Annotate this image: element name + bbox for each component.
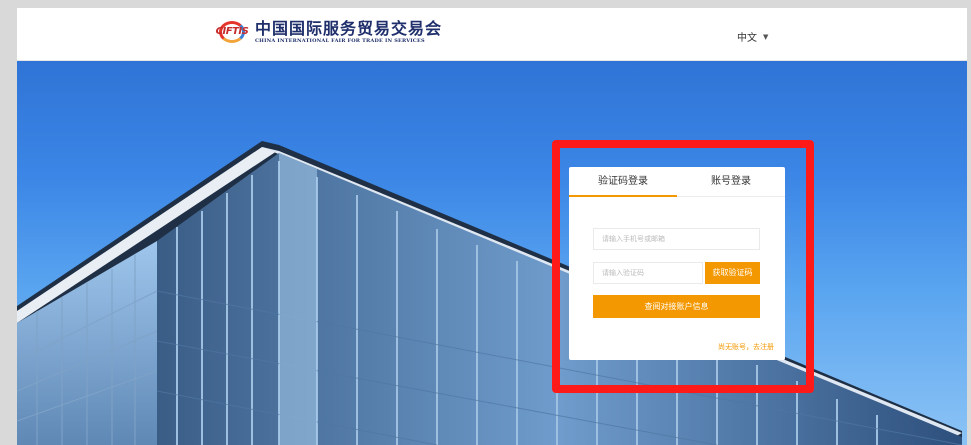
query-account-button[interactable]: 查阅对接账户信息: [593, 295, 760, 318]
browser-page: CIFTIS 中国国际服务贸易交易会 CHINA INTERNATIONAL F…: [17, 8, 967, 445]
register-link[interactable]: 尚无账号，去注册: [718, 342, 774, 352]
building-illustration: [17, 141, 963, 445]
tab-account-login[interactable]: 账号登录: [677, 167, 785, 196]
active-tab-indicator: [569, 195, 677, 197]
phone-email-input[interactable]: 请输入手机号或邮箱: [593, 228, 760, 250]
language-selector[interactable]: 中文 ▼: [737, 29, 769, 45]
hero-banner: [17, 61, 967, 445]
logo-emblem-icon: CIFTIS: [213, 19, 251, 45]
ciftis-logo[interactable]: CIFTIS 中国国际服务贸易交易会 CHINA INTERNATIONAL F…: [213, 19, 442, 45]
logo-english-name: CHINA INTERNATIONAL FAIR FOR TRADE IN SE…: [255, 37, 425, 44]
logo-text: 中国国际服务贸易交易会 CHINA INTERNATIONAL FAIR FOR…: [255, 18, 443, 45]
chevron-down-icon: ▼: [763, 32, 769, 41]
tab-code-login[interactable]: 验证码登录: [569, 167, 677, 196]
login-panel: 验证码登录 账号登录 请输入手机号或邮箱 请输入验证码 获取验证码 查阅对接账户…: [569, 167, 785, 360]
verification-code-input[interactable]: 请输入验证码: [593, 262, 703, 284]
logo-chinese-name: 中国国际服务贸易交易会: [255, 18, 443, 38]
site-header: CIFTIS 中国国际服务贸易交易会 CHINA INTERNATIONAL F…: [17, 8, 967, 61]
language-label: 中文: [737, 33, 757, 44]
get-code-button[interactable]: 获取验证码: [705, 262, 760, 284]
login-tabs: 验证码登录 账号登录: [569, 167, 785, 197]
